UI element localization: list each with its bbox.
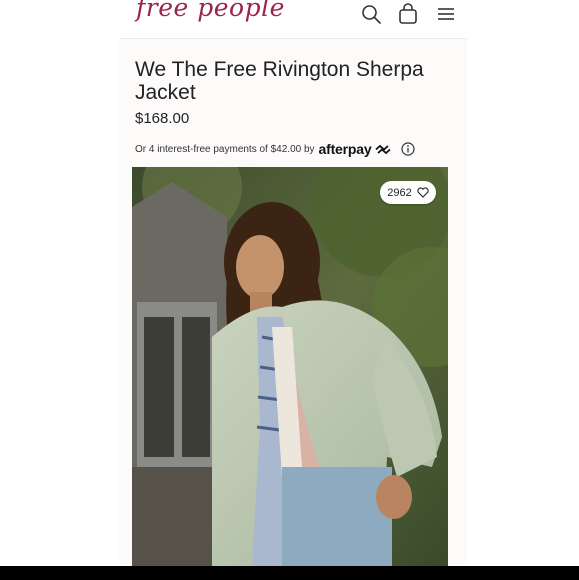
info-icon[interactable] [401,142,415,156]
menu-icon[interactable] [435,3,457,25]
brand-logo[interactable]: free people [136,0,285,22]
afterpay-arrows-icon [375,144,391,155]
afterpay-logo: afterpay [319,141,392,157]
site-header: free people [119,0,467,39]
search-icon[interactable] [360,3,382,25]
product-price: $168.00 [135,110,190,127]
product-page: free people We The Free Rivington Sherpa… [119,0,467,566]
model-photo [132,167,448,566]
afterpay-text: Or 4 interest-free payments of $42.00 by [135,143,315,155]
favorite-button[interactable]: 2962 [380,181,436,204]
product-title: We The Free Rivington Sherpa Jacket [135,58,424,104]
shopping-bag-icon[interactable] [397,3,419,25]
bottom-bar [0,566,579,580]
afterpay-installments: Or 4 interest-free payments of $42.00 by… [135,139,455,159]
product-image[interactable]: 2962 [132,167,448,566]
afterpay-logo-text: afterpay [318,141,372,157]
favorites-count: 2962 [387,186,412,199]
heart-icon [417,187,429,198]
